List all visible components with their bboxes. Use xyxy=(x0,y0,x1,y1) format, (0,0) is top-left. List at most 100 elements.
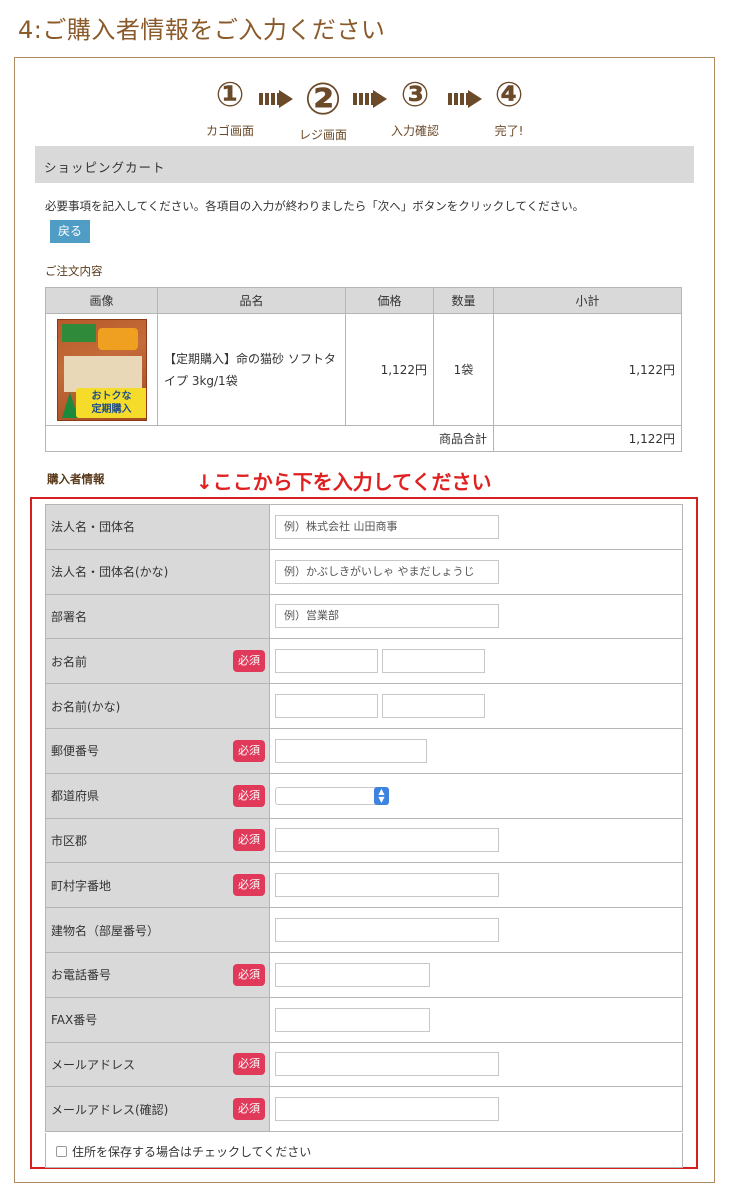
postal-label: 郵便番号 xyxy=(51,744,100,759)
step-3-number: ③ xyxy=(400,75,430,115)
total-label: 商品合計 xyxy=(45,425,494,452)
product-image-cell: おトクな 定期購入 xyxy=(45,313,158,426)
form-row-email: メールアドレス 必須 xyxy=(45,1041,683,1088)
name-label: お名前 xyxy=(51,654,88,669)
step-arrow-icon xyxy=(259,90,295,108)
step-3: ③ 入力確認 xyxy=(385,78,445,139)
input-instruction-note: ↓ここから下を入力してください xyxy=(196,470,492,494)
step-indicator: ① カゴ画面 ② レジ画面 ③ 入力確認 ④ 完了! xyxy=(203,74,533,143)
step-1-label: カゴ画面 xyxy=(205,124,254,138)
step-arrow-icon xyxy=(353,90,389,108)
email-label: メールアドレス xyxy=(51,1057,136,1072)
street-input[interactable] xyxy=(275,873,499,898)
step-2-number: ② xyxy=(304,74,342,125)
city-label: 市区郡 xyxy=(51,833,88,848)
order-section-label: ご注文内容 xyxy=(45,264,103,278)
fax-label: FAX番号 xyxy=(51,1013,98,1028)
phone-label: お電話番号 xyxy=(51,968,112,983)
step-arrow-icon xyxy=(448,90,484,108)
product-name: 【定期購入】命の猫砂 ソフトタイプ 3kg/1袋 xyxy=(157,313,346,426)
email-confirm-input[interactable] xyxy=(275,1097,499,1122)
col-header-price: 価格 xyxy=(345,287,434,314)
col-header-qty: 数量 xyxy=(433,287,494,314)
form-row-email-confirm: メールアドレス(確認) 必須 xyxy=(45,1086,683,1133)
prefecture-label: 都道府県 xyxy=(51,789,100,804)
city-input[interactable] xyxy=(275,828,499,853)
postal-label-cell: 郵便番号 必須 xyxy=(45,727,270,774)
company-kana-input-cell: 例）かぶしきがいしゃ やまだしょうじ xyxy=(269,548,683,595)
col-header-name: 品名 xyxy=(157,287,346,314)
company-kana-label-cell: 法人名・団体名(かな) xyxy=(45,548,270,595)
street-input-cell xyxy=(269,862,683,909)
required-badge: 必須 xyxy=(233,739,265,762)
name-kana-label-cell: お名前(かな) xyxy=(45,683,270,729)
prefecture-select[interactable]: ▲ ▼ xyxy=(275,786,389,805)
city-input-cell xyxy=(269,817,683,864)
step-2-label: レジ画面 xyxy=(298,128,347,142)
company-label-cell: 法人名・団体名 xyxy=(45,504,270,550)
prefecture-input-cell: ▲ ▼ xyxy=(269,772,683,819)
name-kana-input-cell xyxy=(269,683,683,729)
name-input-cell xyxy=(269,638,683,685)
street-label-cell: 町村字番地 必須 xyxy=(45,862,270,909)
fax-input[interactable] xyxy=(275,1007,430,1032)
prefecture-label-cell: 都道府県 必須 xyxy=(45,772,270,819)
last-name-input[interactable] xyxy=(275,649,378,674)
total-value: 1,122円 xyxy=(493,425,682,452)
postal-input-cell xyxy=(269,727,683,774)
form-row-company: 法人名・団体名 例）株式会社 山田商事 xyxy=(45,504,683,550)
company-label: 法人名・団体名 xyxy=(51,520,136,535)
first-name-kana-input[interactable] xyxy=(381,694,485,719)
col-header-subtotal: 小計 xyxy=(493,287,682,314)
first-name-input[interactable] xyxy=(381,649,485,674)
building-input-cell xyxy=(269,907,683,953)
required-badge: 必須 xyxy=(233,784,265,807)
email-input-cell xyxy=(269,1041,683,1088)
shopping-cart-header: ショッピングカート xyxy=(35,146,694,183)
last-name-kana-input[interactable] xyxy=(275,694,378,719)
email-label-cell: メールアドレス 必須 xyxy=(45,1041,270,1088)
required-badge: 必須 xyxy=(233,874,265,897)
form-row-postal: 郵便番号 必須 xyxy=(45,727,683,774)
required-badge: 必須 xyxy=(233,1053,265,1076)
phone-input[interactable] xyxy=(275,962,430,987)
form-row-phone: お電話番号 必須 xyxy=(45,951,683,998)
step-4-label: 完了! xyxy=(494,124,524,138)
order-table-header: 画像 品名 価格 数量 小計 xyxy=(45,287,682,314)
select-arrows-icon: ▲ ▼ xyxy=(374,786,389,805)
form-row-city: 市区郡 必須 xyxy=(45,817,683,864)
form-row-fax: FAX番号 xyxy=(45,996,683,1043)
form-row-name-kana: お名前(かな) xyxy=(45,683,683,729)
company-input[interactable]: 例）株式会社 山田商事 xyxy=(275,514,499,539)
product-qty: 1袋 xyxy=(433,313,494,426)
product-subtotal: 1,122円 xyxy=(493,313,682,426)
form-row-building: 建物名（部屋番号） xyxy=(45,907,683,953)
required-badge: 必須 xyxy=(233,829,265,852)
company-kana-input[interactable]: 例）かぶしきがいしゃ やまだしょうじ xyxy=(275,559,499,584)
step-3-label: 入力確認 xyxy=(390,124,439,138)
instruction-text: 必要事項を記入してください。各項目の入力が終わりましたら「次へ」ボタンをクリック… xyxy=(45,199,585,213)
total-row: 商品合計 1,122円 xyxy=(45,425,682,452)
save-address-checkbox[interactable] xyxy=(56,1146,67,1157)
building-input[interactable] xyxy=(275,918,499,943)
product-image[interactable]: おトクな 定期購入 xyxy=(56,318,147,421)
buyer-section-label: 購入者情報 xyxy=(47,472,105,486)
form-row-name: お名前 必須 xyxy=(45,638,683,685)
department-input-cell: 例）営業部 xyxy=(269,593,683,640)
required-badge: 必須 xyxy=(233,650,265,673)
email-confirm-input-cell xyxy=(269,1086,683,1133)
department-input[interactable]: 例）営業部 xyxy=(275,604,499,629)
step-4-number: ④ xyxy=(494,75,524,115)
col-header-image: 画像 xyxy=(45,287,158,314)
step-1: ① カゴ画面 xyxy=(203,78,257,139)
save-address-row: 住所を保存する場合はチェックしてください xyxy=(45,1133,683,1168)
back-button[interactable]: 戻る xyxy=(50,220,90,243)
email-confirm-label: メールアドレス(確認) xyxy=(51,1102,169,1117)
product-price: 1,122円 xyxy=(345,313,434,426)
form-row-prefecture: 都道府県 必須 ▲ ▼ xyxy=(45,772,683,819)
building-label: 建物名（部屋番号） xyxy=(51,923,160,938)
form-row-department: 部署名 例）営業部 xyxy=(45,593,683,640)
email-input[interactable] xyxy=(275,1052,499,1077)
city-label-cell: 市区郡 必須 xyxy=(45,817,270,864)
postal-input[interactable] xyxy=(275,738,427,763)
